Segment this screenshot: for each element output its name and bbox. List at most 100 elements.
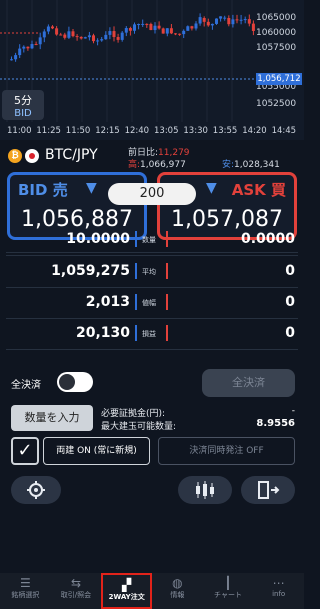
- nav-item[interactable]: ┃ チャート: [203, 573, 254, 609]
- chevron-down-icon: ▼: [86, 180, 97, 196]
- stat-right-value: 0: [285, 263, 295, 279]
- candle-body: [223, 17, 227, 19]
- candle-body: [96, 40, 100, 42]
- nav-item[interactable]: ☰ 銘柄選択: [0, 573, 51, 609]
- candle-body: [67, 31, 71, 38]
- price-chart[interactable]: 1065000 1060000 1057500 1055000 1052500 11:00…: [0, 0, 304, 140]
- settle-simultaneous-button[interactable]: 決済同時発注 OFF: [158, 437, 295, 465]
- candle-body: [26, 46, 30, 49]
- high-label: 高:: [128, 160, 141, 170]
- candle-body: [243, 19, 247, 21]
- candle-body: [157, 25, 161, 29]
- candle-body: [71, 31, 75, 37]
- candle-body: [202, 18, 206, 22]
- nav-item[interactable]: ⋯ info: [253, 573, 304, 609]
- nav-item[interactable]: ⇆ 取引/照会: [51, 573, 102, 609]
- nav-item-label: info: [272, 590, 286, 598]
- candle-body: [79, 36, 83, 39]
- stat-left-marker: [135, 325, 137, 341]
- stat-left-value: 1,059,275: [51, 263, 130, 279]
- x-tick-label: 12:40: [125, 126, 150, 136]
- x-tick-label: 13:05: [154, 126, 179, 136]
- layout-switch-button[interactable]: [241, 476, 295, 504]
- nav-item[interactable]: ▞ 2WAY注文: [101, 573, 152, 609]
- nav-item-label: 取引/照会: [60, 591, 92, 599]
- spread-badge: 200: [108, 183, 196, 205]
- x-tick-label: 11:50: [66, 126, 91, 136]
- candle-body: [182, 30, 186, 35]
- candle-body: [186, 26, 190, 31]
- quantity-input-button[interactable]: 数量を入力: [11, 405, 93, 431]
- nav-item-label: 銘柄選択: [11, 591, 40, 599]
- stat-label: 平均: [142, 268, 156, 276]
- timeframe-value: 5分: [14, 94, 32, 107]
- stat-right-value: 0: [285, 294, 295, 310]
- candle-body: [165, 28, 169, 34]
- candle-body: [174, 33, 177, 35]
- candle-body: [108, 31, 112, 35]
- both-on-button[interactable]: 両建 ON (常に新規): [43, 437, 150, 465]
- max-qty-value: 8.9556: [256, 418, 295, 429]
- stat-right-marker: [166, 231, 168, 247]
- candlestick-chart: 1065000106000010575001055000105250011:00…: [0, 0, 296, 136]
- globe-icon: ◍: [172, 576, 183, 590]
- max-qty-label: 最大建玉可能数量:: [101, 422, 177, 432]
- current-price-tag: 1,056,712: [256, 73, 302, 85]
- candle-body: [116, 37, 120, 40]
- stat-label: 値幅: [142, 299, 156, 307]
- candle-body: [227, 18, 231, 25]
- stat-left-value: 2,013: [85, 294, 130, 310]
- candle-body: [169, 28, 173, 34]
- swap-icon: [258, 481, 280, 499]
- twoway-icon: ▞: [122, 578, 132, 592]
- candle-body: [231, 19, 235, 25]
- candle-body: [14, 55, 18, 60]
- both-on-checkbox[interactable]: ✓: [11, 437, 39, 465]
- candle-body: [239, 19, 243, 21]
- x-tick-label: 11:25: [36, 126, 61, 136]
- chart-toggle-button[interactable]: [178, 476, 232, 504]
- candle-body: [100, 39, 104, 41]
- candle-body: [153, 25, 157, 31]
- candle-body: [112, 31, 116, 38]
- grid-icon: ⋯: [272, 576, 285, 590]
- x-tick-label: 13:55: [213, 126, 238, 136]
- candle-body: [190, 26, 194, 29]
- candle-body: [206, 21, 210, 26]
- nav-item[interactable]: ◍ 情報: [152, 573, 203, 609]
- candle-body: [141, 23, 145, 25]
- margin-label: 必要証拠金(円):: [101, 409, 166, 419]
- close-all-label: 全決済: [11, 380, 41, 391]
- candle-body: [124, 28, 128, 33]
- candle-body: [178, 33, 182, 35]
- candle-body: [55, 28, 59, 35]
- candle-body: [210, 23, 214, 26]
- candle-body: [161, 28, 165, 34]
- pair-name[interactable]: BTC/JPY: [45, 147, 98, 163]
- timeframe-badge[interactable]: 5分 BID: [2, 90, 44, 120]
- low-label: 安:: [222, 160, 235, 170]
- stat-right-value: 0: [285, 325, 295, 341]
- candle-body: [128, 28, 132, 31]
- candle-body: [137, 24, 141, 26]
- candle-body: [251, 23, 255, 31]
- candle-body: [38, 37, 42, 45]
- x-tick-label: 13:30: [183, 126, 208, 136]
- y-tick-label: 1057500: [256, 43, 296, 53]
- bid-price: 1,056,887: [21, 207, 133, 232]
- stat-left-value: 10.0000: [66, 231, 130, 247]
- nav-item-label: チャート: [214, 591, 242, 599]
- stat-right-value: 0.0000: [240, 231, 295, 247]
- candle-body: [219, 16, 223, 19]
- bitcoin-icon: ₿: [8, 149, 22, 163]
- gear-icon: [27, 481, 45, 499]
- stat-divider: [6, 349, 298, 350]
- candle-body: [46, 26, 50, 32]
- close-all-toggle[interactable]: [57, 372, 93, 392]
- timeframe-side: BID: [14, 108, 32, 119]
- settings-button[interactable]: [11, 476, 61, 504]
- bottom-nav: ☰ 銘柄選択 ⇆ 取引/照会 ▞ 2WAY注文 ◍ 情報 ┃ チャート ⋯ info: [0, 573, 304, 609]
- ask-label: ASK 買: [231, 181, 286, 199]
- close-all-button[interactable]: 全決済: [202, 369, 295, 397]
- stat-label: 数量: [142, 236, 156, 244]
